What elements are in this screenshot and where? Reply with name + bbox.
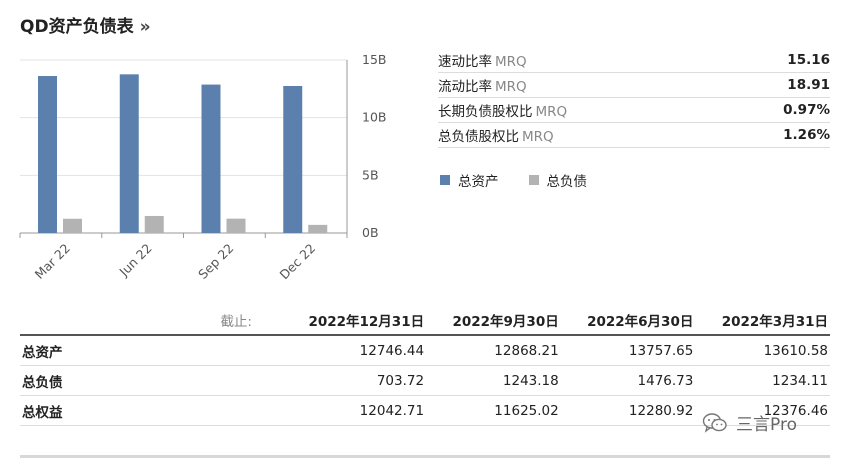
- ratio-row-lt-debt-equity: 长期负债股权比 MRQ 0.97%: [438, 98, 830, 123]
- chart-legend: 总资产 总负债: [440, 170, 587, 190]
- y-tick-label: 10B: [362, 110, 386, 125]
- table-cell: 12042.71: [280, 395, 427, 426]
- legend-swatch-liabilities: [528, 175, 539, 185]
- ratio-label: 流动比率 MRQ: [438, 79, 527, 95]
- y-tick-label: 0B: [362, 225, 379, 240]
- row-label: 总资产: [20, 335, 280, 366]
- table-header-row: 截止: 2022年12月31日 2022年9月30日 2022年6月30日 20…: [20, 306, 830, 336]
- table-cell: 13757.65: [560, 335, 696, 366]
- balance-sheet-chart: 0B 5B 10B 15B Mar 22 Jun 22 Sep 22 Dec 22: [19, 52, 386, 283]
- ratio-row-total-debt-equity: 总负债股权比 MRQ 1.26%: [438, 123, 830, 148]
- as-of-label: 截止:: [20, 306, 280, 336]
- bar-assets: [119, 74, 139, 234]
- x-tick-label: Jun 22: [116, 241, 155, 280]
- x-tick-label: Dec 22: [276, 241, 318, 283]
- table-row: 总负债 703.72 1243.18 1476.73 1234.11: [20, 365, 830, 396]
- y-tick-label: 15B: [362, 52, 386, 67]
- table-cell: 12280.92: [560, 395, 696, 426]
- more-arrow-icon[interactable]: »: [140, 17, 151, 37]
- column-header: 2022年6月30日: [560, 306, 696, 336]
- column-header: 2022年3月31日: [695, 306, 830, 336]
- table-cell: 12868.21: [426, 335, 561, 366]
- ratio-label: 长期负债股权比 MRQ: [438, 104, 568, 120]
- bar-liabilities: [308, 224, 328, 233]
- ratios-panel: 速动比率 MRQ 15.16 流动比率 MRQ 18.91 长期负债股权比 MRQ 0…: [438, 48, 830, 148]
- watermark-text: 三言Pro: [736, 415, 797, 435]
- column-header: 2022年12月31日: [280, 306, 427, 336]
- table-cell: 1476.73: [560, 365, 696, 396]
- bar-liabilities: [63, 218, 82, 233]
- ratio-value: 15.16: [787, 52, 830, 68]
- table-cell: 703.72: [280, 365, 427, 396]
- legend-item-liabilities[interactable]: 总负债: [528, 170, 588, 190]
- table-row: 总资产 12746.44 12868.21 13757.65 13610.58: [20, 335, 830, 366]
- table-cell: 1243.18: [426, 365, 561, 396]
- bar-assets: [283, 85, 303, 233]
- x-tick-label: Sep 22: [195, 241, 236, 282]
- wechat-icon: [702, 412, 727, 433]
- balance-table: 截止: 2022年12月31日 2022年9月30日 2022年6月30日 20…: [20, 306, 830, 426]
- y-tick-label: 5B: [362, 167, 379, 182]
- table-cell: 11625.02: [426, 395, 561, 426]
- bar-assets: [201, 84, 221, 233]
- page-title: QD资产负债表 »: [20, 12, 151, 37]
- ratio-label: 速动比率 MRQ: [438, 54, 527, 70]
- watermark: 三言Pro: [702, 410, 797, 435]
- row-label: 总负债: [20, 365, 280, 396]
- table-cell: 12746.44: [280, 335, 427, 366]
- bar-assets: [38, 76, 57, 233]
- bottom-divider: [20, 455, 830, 458]
- legend-swatch-assets: [440, 175, 450, 185]
- bar-liabilities: [144, 215, 164, 233]
- x-tick-label: Mar 22: [32, 241, 73, 282]
- ratio-value: 1.26%: [783, 127, 830, 143]
- title-text: QD资产负债表: [20, 17, 134, 37]
- legend-label: 总资产: [458, 174, 499, 190]
- ratio-value: 0.97%: [783, 102, 830, 118]
- ratio-label: 总负债股权比 MRQ: [438, 129, 554, 145]
- table-cell: 13610.58: [695, 335, 830, 366]
- legend-label: 总负债: [546, 174, 588, 190]
- ratio-row-quick: 速动比率 MRQ 15.16: [438, 48, 830, 73]
- bar-liabilities: [226, 218, 246, 233]
- ratio-row-current: 流动比率 MRQ 18.91: [438, 73, 830, 98]
- row-label: 总权益: [20, 395, 280, 426]
- ratio-value: 18.91: [787, 77, 830, 93]
- legend-item-assets[interactable]: 总资产: [440, 170, 499, 190]
- column-header: 2022年9月30日: [426, 306, 561, 336]
- table-cell: 1234.11: [695, 365, 830, 396]
